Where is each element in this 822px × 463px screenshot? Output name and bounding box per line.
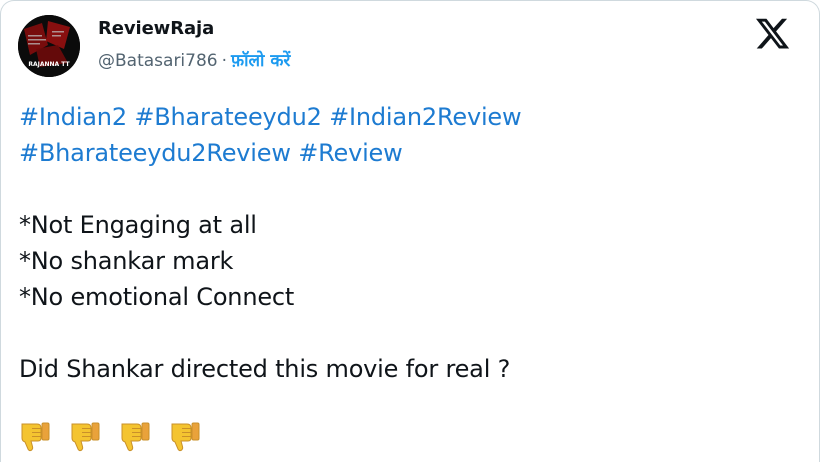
- avatar-text: RAJANNA TT: [28, 61, 70, 68]
- hashtag-link[interactable]: #Review: [298, 139, 403, 167]
- hashtag-link[interactable]: #Bharateeydu2Review: [19, 139, 291, 167]
- review-question: Did Shankar directed this movie for real…: [19, 355, 511, 383]
- display-name[interactable]: ReviewRaja: [98, 17, 290, 41]
- separator-dot: ·: [221, 51, 228, 71]
- emoji-row: [19, 420, 201, 456]
- thumbs-down-icon: [21, 422, 50, 452]
- handle-row: @Batasari786 · फ़ॉलो करें: [98, 50, 290, 72]
- hashtag-line-1: #Indian2 #Bharateeydu2 #Indian2Review: [19, 99, 799, 135]
- thumbs-down-icon: [121, 422, 150, 452]
- thumbs-down-icon: [71, 422, 100, 452]
- avatar[interactable]: RAJANNA TT: [18, 15, 80, 77]
- thumbs-down-icon: [171, 422, 200, 452]
- follow-button[interactable]: फ़ॉलो करें: [231, 51, 290, 71]
- avatar-image: RAJANNA TT: [18, 15, 80, 77]
- hashtag-line-2: #Bharateeydu2Review #Review: [19, 135, 799, 171]
- author-handle[interactable]: @Batasari786: [98, 51, 218, 71]
- hashtag-link[interactable]: #Indian2: [19, 103, 127, 131]
- tweet-text: #Indian2 #Bharateeydu2 #Indian2Review #B…: [19, 99, 799, 387]
- tweet-card: RAJANNA TT ReviewRaja @Batasari786 · फ़ॉलो…: [0, 0, 820, 462]
- hashtag-link[interactable]: #Bharateeydu2: [134, 103, 322, 131]
- hashtag-link[interactable]: #Indian2Review: [329, 103, 522, 131]
- author-info: ReviewRaja @Batasari786 · फ़ॉलो करें: [98, 17, 290, 72]
- review-point: *Not Engaging at all: [19, 211, 257, 239]
- x-logo-icon[interactable]: [755, 18, 791, 50]
- review-point: *No shankar mark: [19, 247, 234, 275]
- review-point: *No emotional Connect: [19, 283, 295, 311]
